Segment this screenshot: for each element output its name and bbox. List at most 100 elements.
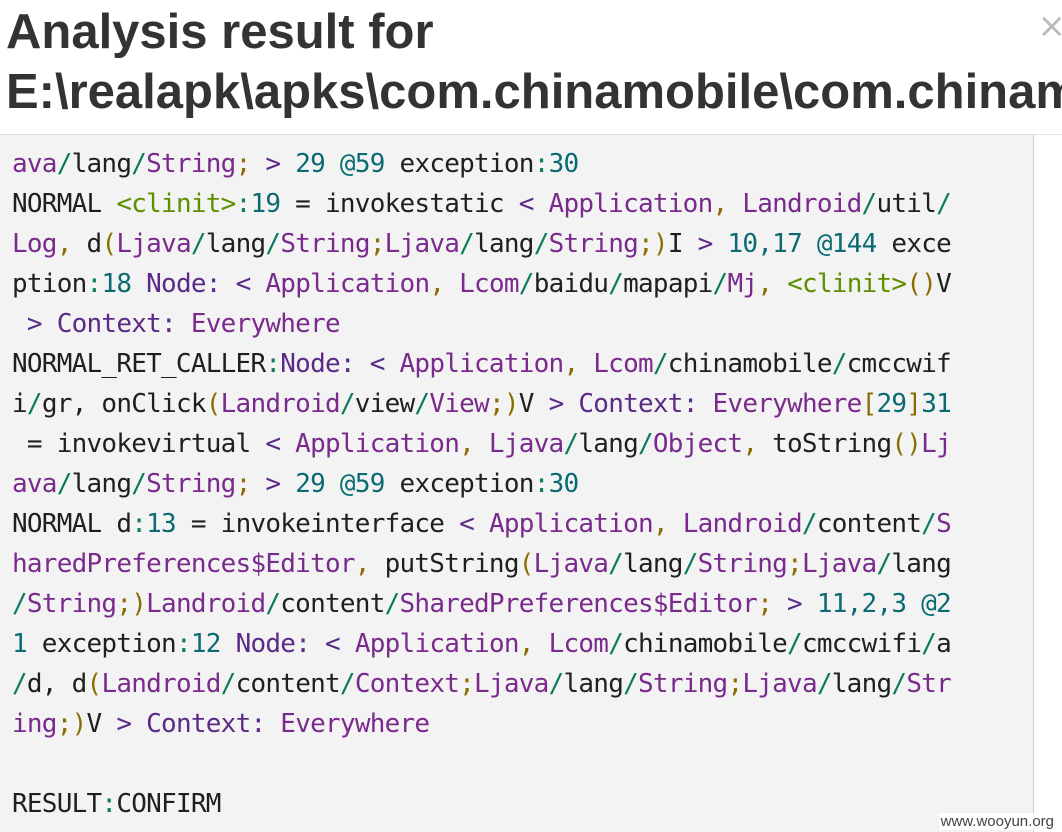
code-token: toString [757, 429, 892, 459]
code-token: / [816, 669, 833, 699]
code-token: ava [12, 149, 57, 179]
code-token: d, d [26, 669, 87, 699]
code-token: 29 [295, 469, 326, 499]
code-token: : [533, 149, 550, 179]
code-token: Everywhere [712, 389, 863, 419]
code-token: ; [235, 469, 252, 499]
code-token: ; [459, 669, 475, 699]
close-icon[interactable]: × [1038, 6, 1062, 46]
code-token: : [235, 189, 252, 219]
code-token: , [56, 229, 73, 259]
code-token: Lcom [459, 269, 519, 299]
code-token: / [861, 189, 878, 219]
code-token: / [12, 589, 28, 619]
code-token: Ljava [474, 669, 549, 699]
analysis-output-text: ava/lang/String; > 29 @59 exception:30 NO… [12, 144, 1022, 824]
code-token: chinamobile [667, 349, 833, 379]
code-token: ( [86, 669, 103, 699]
code-token: String [146, 469, 236, 499]
code-token: Everywhere [190, 309, 341, 339]
code-line: ava/lang/String; > 29 @59 exception:30 [12, 144, 1022, 184]
code-token: / [414, 389, 430, 419]
code-token: String [280, 229, 370, 259]
code-token: = invokevirtual [12, 429, 266, 459]
code-token: , [712, 189, 728, 219]
code-token: I [667, 229, 698, 259]
code-token: [ [861, 389, 878, 419]
code-token: : [175, 629, 192, 659]
code-token: content [280, 589, 385, 619]
code-token: < [369, 349, 386, 379]
code-token: > [787, 589, 803, 619]
code-token: Lj [921, 429, 952, 459]
code-token: 30 [548, 469, 580, 499]
code-token: exception [384, 469, 535, 499]
code-token: ; [235, 149, 252, 179]
code-token: / [265, 589, 281, 619]
code-token: Application [265, 269, 430, 299]
code-token: Object [652, 429, 743, 459]
code-line: > Context: Everywhere [12, 304, 1022, 344]
code-token: , [429, 269, 445, 299]
code-token: ;) [116, 589, 147, 619]
code-token: < [235, 269, 252, 299]
code-token: lang [71, 149, 132, 179]
code-line: ption:18 Node: < Application, Lcom/baidu… [12, 264, 1022, 304]
code-token: chinamobile [623, 629, 788, 659]
code-token: Ljava [742, 669, 817, 699]
code-token: ; [787, 549, 803, 579]
code-token: Str [906, 669, 952, 699]
code-token: NORMAL_RET_CALLER [12, 349, 266, 379]
code-token: CONFIRM [116, 789, 221, 819]
code-token: ;) [56, 709, 88, 739]
code-token: / [265, 229, 281, 259]
code-token: , [354, 549, 371, 579]
code-token: lang [578, 429, 638, 459]
code-token: / [876, 549, 892, 579]
code-token: String [146, 149, 236, 179]
code-token: < [325, 629, 341, 659]
dialog-header: Analysis result for E:\realapk\apks\com.… [0, 0, 1062, 135]
code-token: content [235, 669, 341, 699]
code-token: 30 [548, 149, 580, 179]
code-token: NORMAL d [12, 509, 132, 539]
code-token: @2 [921, 589, 952, 619]
code-line: NORMAL d:13 = invokeinterface < Applicat… [12, 504, 1022, 544]
code-token: , [652, 509, 669, 539]
code-line: Log, d(Ljava/lang/String;Ljava/lang/Stri… [12, 224, 1022, 264]
code-token: / [637, 429, 654, 459]
code-token: 19 [250, 189, 281, 219]
code-token: Ljava [116, 229, 191, 259]
code-token: Landroid [682, 509, 803, 539]
code-token: Context: [578, 389, 698, 419]
code-line: /d, d(Landroid/content/Context;Ljava/lan… [12, 664, 1022, 704]
code-token: / [682, 549, 699, 579]
code-token: putString [369, 549, 520, 579]
code-token: Mj [727, 269, 758, 299]
code-token: / [459, 229, 475, 259]
code-token: / [652, 349, 669, 379]
analysis-output-panel[interactable]: ava/lang/String; > 29 @59 exception:30 NO… [0, 118, 1034, 832]
code-token: exception [26, 629, 177, 659]
code-token: Landroid [742, 189, 862, 219]
code-token: ( [205, 389, 222, 419]
code-token: > [116, 709, 132, 739]
code-token: Context: [56, 309, 177, 339]
code-token: / [131, 149, 147, 179]
code-token: Landroid [146, 589, 266, 619]
code-token: Application [488, 509, 654, 539]
code-token: () [891, 429, 922, 459]
code-token: <clinit> [787, 269, 907, 299]
